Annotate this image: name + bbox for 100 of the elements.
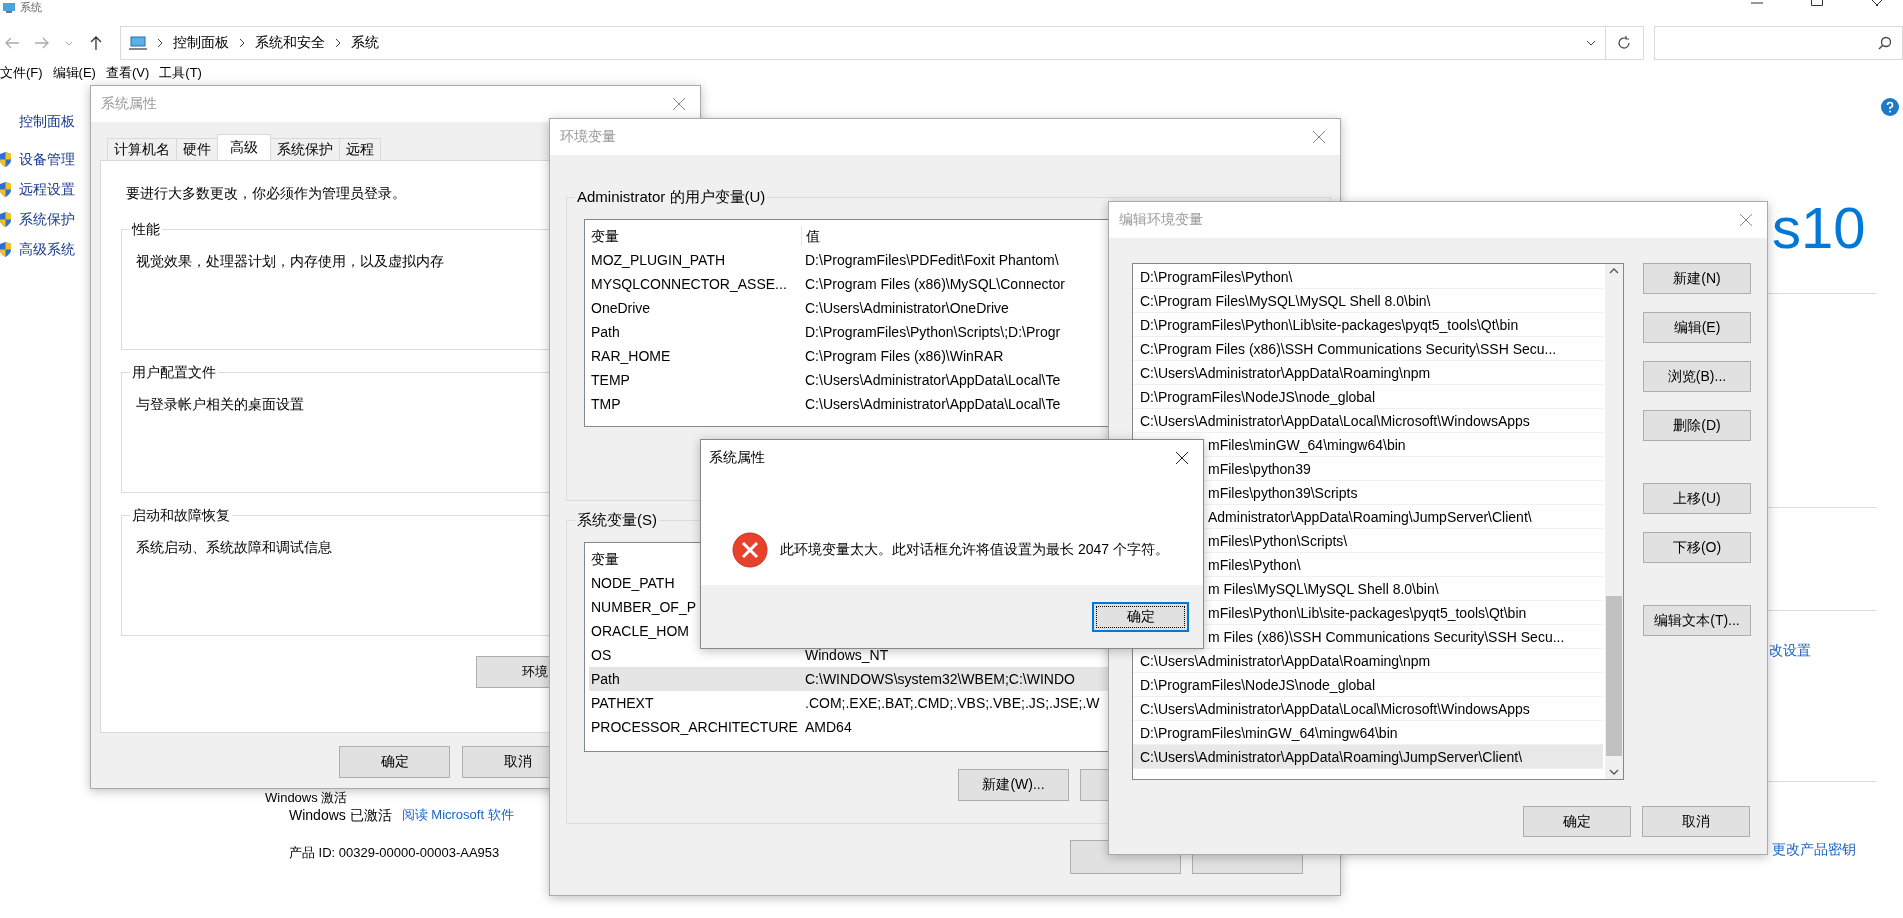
table-cell-text: TMP — [590, 395, 622, 414]
shield-icon — [0, 181, 11, 197]
table-cell-text: Windows_NT — [804, 646, 889, 665]
window-title: 系统属性 — [101, 95, 157, 113]
tab[interactable]: 远程 — [339, 138, 381, 160]
notice-text: 要进行大多数更改，你必须作为管理员登录。 — [125, 184, 406, 203]
back-icon[interactable] — [4, 35, 20, 51]
chevron-icon — [237, 37, 246, 49]
path-entry[interactable]: D:\ProgramFiles\NodeJS\node_global — [1133, 385, 1603, 409]
action-button[interactable]: 删除(D) — [1643, 410, 1751, 441]
action-button[interactable]: 上移(U) — [1643, 483, 1751, 514]
minimize-icon[interactable] — [1751, 0, 1763, 6]
window-title: 编辑环境变量 — [1119, 211, 1203, 229]
table-cell-text: MYSQLCONNECTOR_ASSE... — [590, 275, 788, 294]
path-entry[interactable]: C:\Users\Administrator\AppData\Roaming\JumpServer\Client\ — [1133, 745, 1603, 769]
address-bar[interactable]: 控制面板 系统和安全 系统 — [119, 26, 1606, 60]
activation-heading: Windows 激活 — [265, 790, 348, 806]
table-cell-text: .COM;.EXE;.BAT;.CMD;.VBS;.VBE;.JS;.JSE;.W — [804, 694, 1100, 713]
window-title: 系统属性 — [709, 449, 765, 467]
sidebar-link[interactable]: 远程设置 — [19, 180, 75, 198]
table-cell-text: OneDrive — [590, 299, 652, 318]
group-title: 启动和故障恢复 — [130, 506, 232, 524]
maximize-icon[interactable] — [1811, 0, 1823, 6]
table-cell-text: D:\ProgramFiles\Python\Scripts\;D:\Progr — [804, 323, 1061, 342]
action-button[interactable]: 新建(N) — [1643, 263, 1751, 294]
path-entry[interactable]: C:\Program Files (x86)\SSH Communications Security\SSH Secu... — [1133, 337, 1603, 361]
path-entry[interactable]: C:\Users\Administrator\AppData\Roaming\npm — [1133, 361, 1603, 385]
table-cell-text: PATHEXT — [590, 694, 655, 713]
path-entry[interactable]: C:\Users\Administrator\AppData\Local\Microsoft\WindowsApps — [1133, 409, 1603, 433]
chevron-icon — [333, 37, 342, 49]
table-cell-text: C:\WINDOWS\system32\WBEM;C:\WINDO — [804, 670, 1075, 689]
path-entry[interactable]: D:\ProgramFiles\Python\Lib\site-packages\pyqt5_tools\Qt\bin — [1133, 313, 1603, 337]
column-header[interactable]: 变量 — [589, 226, 801, 246]
table-cell-text: C:\Users\Administrator\AppData\Local\Te — [804, 371, 1061, 390]
help-icon[interactable] — [1881, 98, 1899, 116]
table-cell-text: C:\Users\Administrator\OneDrive — [804, 299, 1009, 318]
group-title: 用户配置文件 — [130, 363, 218, 381]
menu-item[interactable]: 编辑(E) — [52, 64, 96, 84]
dialog-button[interactable]: 确定 — [339, 746, 450, 778]
path-entry[interactable]: C:\Program Files\MySQL\MySQL Shell 8.0\bin\ — [1133, 289, 1603, 313]
scrollbar[interactable] — [1605, 264, 1623, 779]
table-cell-text: MOZ_PLUGIN_PATH — [590, 251, 727, 270]
action-button[interactable]: 编辑(E) — [1643, 312, 1751, 343]
action-button[interactable]: 编辑文本(T)... — [1643, 605, 1751, 636]
sidebar-link[interactable]: 高级系统 — [19, 240, 75, 258]
computer-icon — [128, 35, 147, 51]
column-header[interactable]: 值 — [801, 226, 820, 246]
refresh-button[interactable] — [1605, 26, 1644, 60]
license-link[interactable]: 阅读 Microsoft 软件 — [401, 806, 514, 824]
shield-icon — [0, 151, 11, 167]
menu-item[interactable]: 工具(T) — [159, 64, 202, 84]
sidebar-link[interactable]: 控制面板 — [19, 112, 75, 130]
path-entry[interactable]: D:\ProgramFiles\NodeJS\node_global — [1133, 673, 1603, 697]
settings-link[interactable]: 改设置 — [1769, 640, 1811, 660]
table-cell-text: Path — [590, 323, 621, 342]
refresh-icon — [1616, 35, 1633, 51]
search-field[interactable] — [1653, 26, 1903, 60]
group-description: 视觉效果，处理器计划，内存使用，以及虚拟内存 — [136, 252, 444, 270]
breadcrumb-item[interactable]: 系统 — [350, 34, 379, 52]
window-title: 系统 — [20, 1, 42, 13]
table-cell-text: C:\Users\Administrator\AppData\Local\Te — [804, 395, 1061, 414]
path-entry[interactable]: C:\Users\Administrator\AppData\Local\Microsoft\WindowsApps — [1133, 697, 1603, 721]
group-title: 性能 — [130, 220, 162, 238]
table-cell-text: AMD64 — [804, 718, 852, 737]
sidebar-link[interactable]: 设备管理 — [19, 150, 75, 168]
menu-item[interactable]: 查看(V) — [105, 64, 150, 84]
error-icon — [732, 532, 768, 568]
forward-icon[interactable] — [33, 35, 50, 51]
ok-button[interactable]: 确定 — [1092, 601, 1189, 632]
shield-icon — [0, 211, 11, 227]
section-title: 系统变量(S) — [575, 510, 659, 530]
action-button[interactable]: 浏览(B)... — [1643, 361, 1751, 392]
table-cell-text: ORACLE_HOM — [590, 622, 691, 641]
product-id: 产品 ID: 00329-00000-00003-AA953 — [289, 844, 500, 862]
table-cell-text: RAR_HOME — [590, 347, 672, 366]
breadcrumb-item[interactable]: 系统和安全 — [254, 34, 325, 52]
breadcrumb-item[interactable]: 控制面板 — [172, 34, 229, 52]
window-icon — [2, 1, 16, 13]
table-cell-text: D:\ProgramFiles\PDFedit\Foxit Phantom\ — [804, 251, 1059, 270]
table-cell-text: NODE_PATH — [590, 574, 676, 593]
dialog-button[interactable]: 确定 — [1523, 806, 1631, 837]
search-icon — [1878, 36, 1892, 50]
action-button[interactable]: 下移(O) — [1643, 532, 1751, 563]
tab[interactable]: 高级 — [217, 134, 271, 160]
sidebar-link[interactable]: 系统保护 — [19, 210, 75, 228]
table-cell-text: Path — [590, 670, 621, 689]
window-title: 环境变量 — [560, 128, 616, 146]
section-title: Administrator 的用户变量(U) — [575, 187, 768, 207]
table-cell-text: C:\Program Files (x86)\MySQL\Connector — [804, 275, 1065, 294]
menu-item[interactable]: 文件(F) — [0, 64, 43, 84]
product-key-link[interactable]: 更改产品密钥 — [1772, 839, 1856, 859]
tab[interactable]: 计算机名 — [107, 138, 177, 160]
selected-row[interactable]: Path C:\WINDOWS\system32\WBEM;C:\WINDO — [589, 667, 1109, 691]
group-description: 与登录帐户相关的桌面设置 — [136, 395, 304, 413]
path-entry[interactable]: D:\ProgramFiles\Python\ — [1133, 265, 1603, 289]
activation-status: Windows 已激活 — [289, 806, 392, 824]
dialog-button[interactable]: 取消 — [1642, 806, 1750, 837]
shield-icon — [0, 241, 11, 257]
table-cell-text: PROCESSOR_ARCHITECTURE — [590, 718, 799, 737]
new-button[interactable]: 新建(W)... — [958, 769, 1069, 801]
